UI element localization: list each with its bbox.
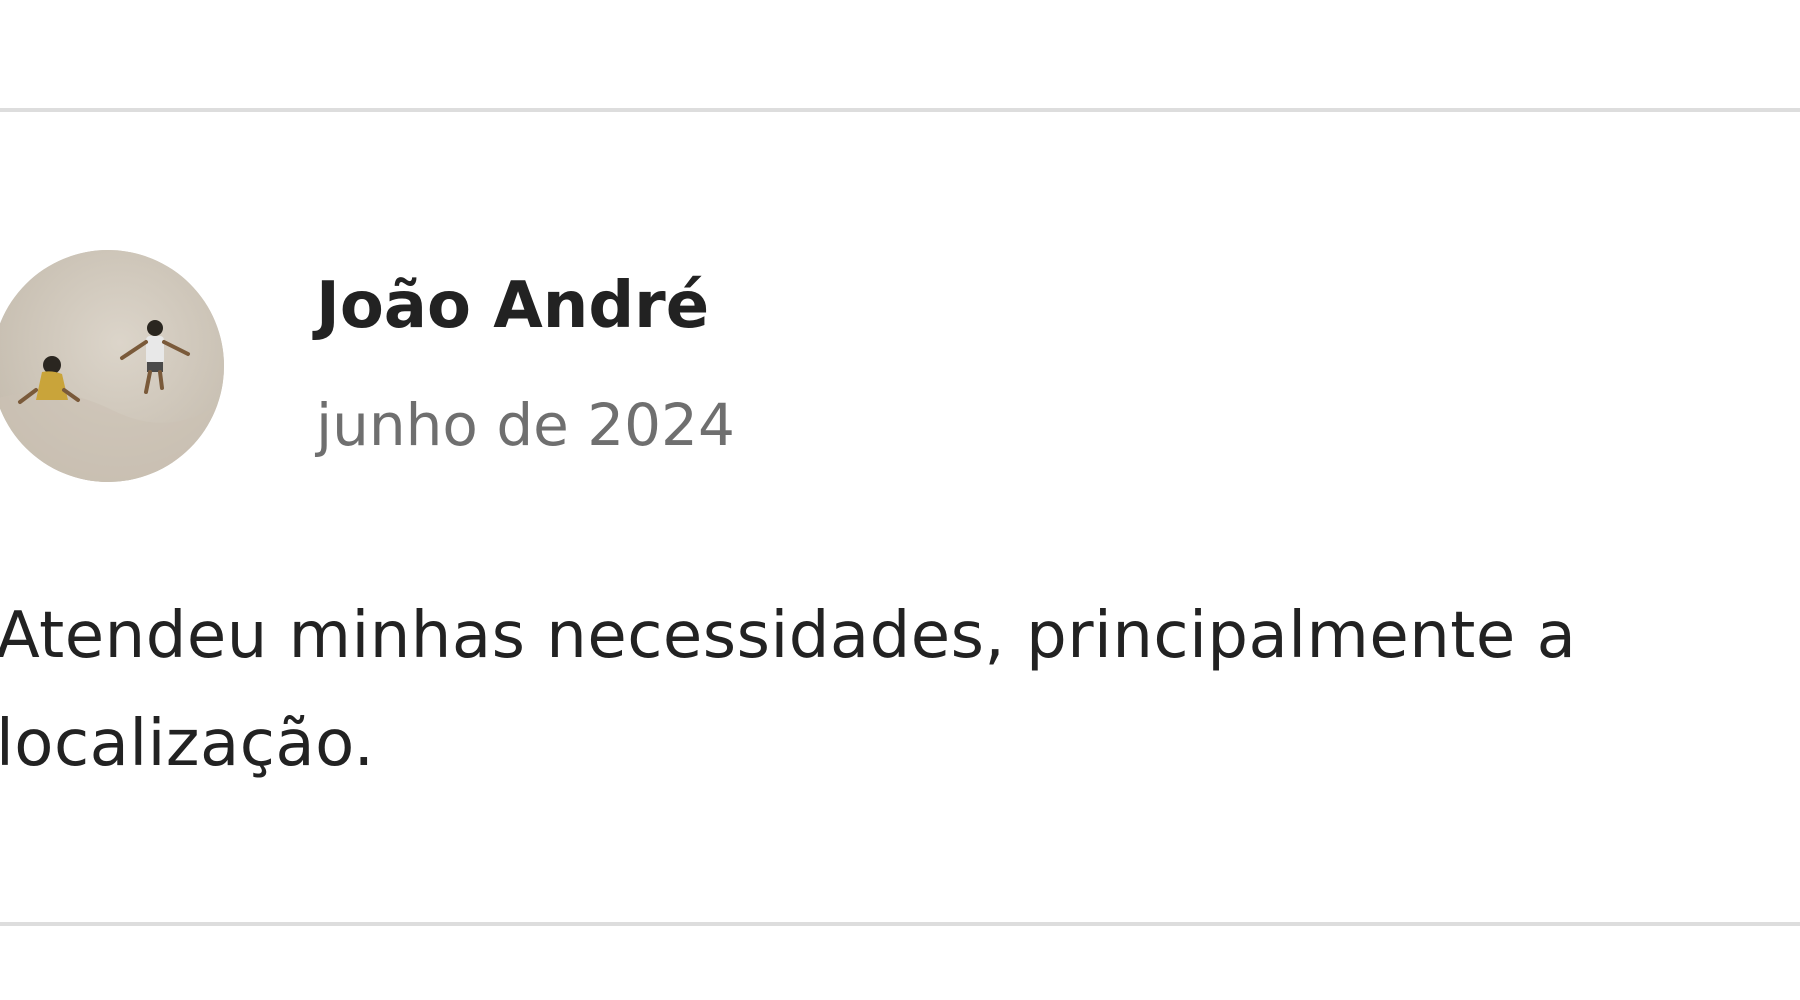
avatar-photo-icon [0, 250, 224, 482]
reviewer-name[interactable]: João André [316, 274, 709, 338]
review-card: João André junho de 2024 Atendeu minhas … [0, 112, 1800, 922]
review-date: junho de 2024 [316, 391, 735, 459]
bottom-divider [0, 922, 1800, 926]
reviewer-avatar[interactable] [0, 250, 224, 482]
review-text: Atendeu minhas necessidades, principalme… [0, 599, 1577, 781]
